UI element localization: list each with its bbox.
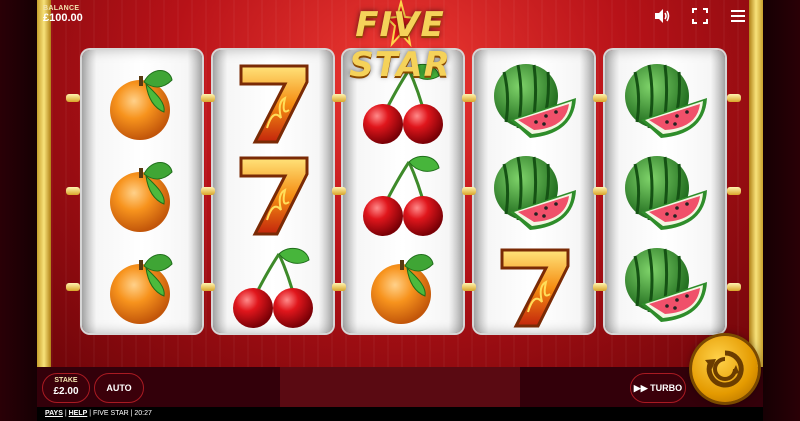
orange-symbol xyxy=(92,150,192,240)
turbo-text: TURBO xyxy=(650,383,683,393)
payline-peg xyxy=(462,94,476,102)
spin-button[interactable] xyxy=(692,336,758,402)
help-link[interactable]: HELP xyxy=(69,410,88,417)
game-logo: FIVE STAR xyxy=(300,0,500,85)
fast-forward-icon: ▶▶ xyxy=(633,383,651,393)
sound-icon[interactable] xyxy=(652,6,672,26)
payline-peg xyxy=(66,187,80,195)
cherry-symbol xyxy=(353,150,453,240)
watermelon-symbol xyxy=(615,150,715,240)
footer-game-name: FIVE STAR xyxy=(93,410,129,417)
pays-link[interactable]: PAYS xyxy=(45,410,63,417)
frame-right xyxy=(763,0,800,421)
payline-peg xyxy=(727,283,741,291)
payline-peg xyxy=(201,283,215,291)
auto-button[interactable]: AUTO xyxy=(94,373,144,403)
watermelon-symbol xyxy=(615,58,715,148)
reel-1 xyxy=(82,50,202,333)
turbo-label: ▶▶ TURBO xyxy=(631,374,685,402)
reel-5 xyxy=(605,50,725,333)
orange-symbol xyxy=(92,242,192,332)
payline-peg xyxy=(66,283,80,291)
reel-3 xyxy=(343,50,463,333)
payline-peg xyxy=(201,94,215,102)
cherry-symbol xyxy=(223,242,323,332)
footer-time: 20:27 xyxy=(134,410,152,417)
balance-value: £100.00 xyxy=(43,12,83,24)
game-title: FIVE STAR xyxy=(349,5,451,85)
gold-trim-right xyxy=(749,0,763,367)
top-icon-bar xyxy=(652,6,748,26)
menu-icon[interactable] xyxy=(728,6,748,26)
spin-icon xyxy=(705,350,744,388)
payline-peg xyxy=(332,187,346,195)
stake-value: £2.00 xyxy=(53,386,79,397)
control-bar-center xyxy=(280,367,520,407)
reel-2 xyxy=(213,50,333,333)
watermelon-symbol xyxy=(484,150,584,240)
auto-label: AUTO xyxy=(106,383,132,393)
stake-button[interactable]: STAKE £2.00 xyxy=(42,373,90,403)
payline-peg xyxy=(462,283,476,291)
watermelon-symbol xyxy=(615,242,715,332)
orange-symbol xyxy=(353,242,453,332)
payline-peg xyxy=(727,94,741,102)
payline-peg xyxy=(727,187,741,195)
payline-peg xyxy=(593,94,607,102)
payline-peg xyxy=(332,94,346,102)
reel-4 xyxy=(474,50,594,333)
balance-display: BALANCE £100.00 xyxy=(43,5,83,24)
stake-label: STAKE xyxy=(54,377,78,384)
payline-peg xyxy=(593,283,607,291)
footer-bar: PAYS | HELP | FIVE STAR | 20:27 xyxy=(37,407,763,421)
payline-peg xyxy=(332,283,346,291)
payline-peg xyxy=(66,94,80,102)
payline-peg xyxy=(201,187,215,195)
frame-left xyxy=(0,0,37,421)
seven-symbol xyxy=(484,242,584,332)
gold-trim-left xyxy=(37,0,51,367)
turbo-button[interactable]: ▶▶ TURBO xyxy=(630,373,686,403)
seven-symbol xyxy=(223,150,323,240)
payline-peg xyxy=(462,187,476,195)
fullscreen-icon[interactable] xyxy=(690,6,710,26)
orange-symbol xyxy=(92,58,192,148)
payline-peg xyxy=(593,187,607,195)
balance-label: BALANCE xyxy=(43,5,80,12)
